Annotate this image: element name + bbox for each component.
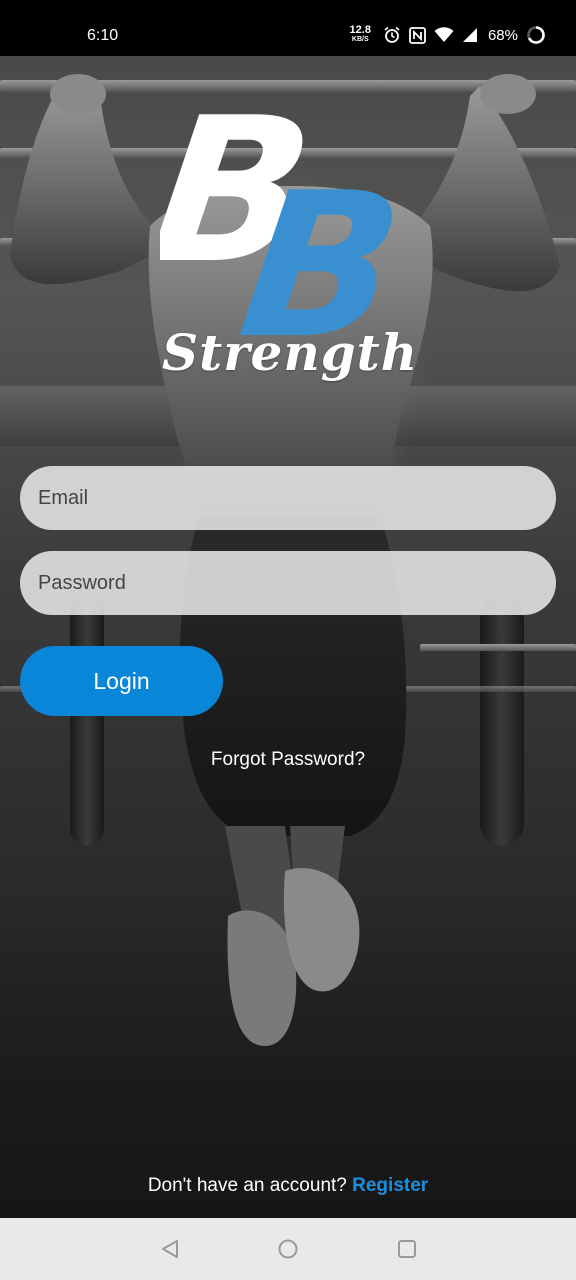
signal-icon [462,28,477,42]
forgot-password-link[interactable]: Forgot Password? [0,749,576,771]
battery-percent: 68% [487,26,518,44]
system-nav-bar [0,1218,576,1280]
back-icon [162,1240,178,1258]
alarm-icon [384,26,400,43]
status-time: 6:10 [87,27,119,44]
network-speed-unit: KB/S [351,36,369,43]
home-icon [278,1239,298,1259]
login-button[interactable]: Login [20,646,223,716]
recents-icon [398,1240,416,1258]
no-account-text: Don't have an account? [147,1175,353,1196]
network-speed-value: 12.8 [349,24,371,36]
status-icons: 12.8 KB/S 68% [350,22,546,48]
nfc-icon [409,26,426,44]
home-button[interactable] [273,1234,303,1264]
logo-tagline: Strength [162,323,419,382]
back-button[interactable] [155,1234,185,1264]
password-field[interactable] [20,551,556,615]
email-field[interactable] [20,466,556,530]
network-speed: 12.8 KB/S [349,24,371,44]
status-bar: 6:10 12.8 KB/S 68% [0,0,576,56]
register-link[interactable]: Register [352,1175,428,1196]
battery-icon [527,26,545,44]
register-prompt: Don't have an account? Register [0,1175,576,1197]
wifi-icon [434,27,454,42]
forgot-password-label[interactable]: Forgot Password? [211,749,365,770]
recents-button[interactable] [392,1234,422,1264]
